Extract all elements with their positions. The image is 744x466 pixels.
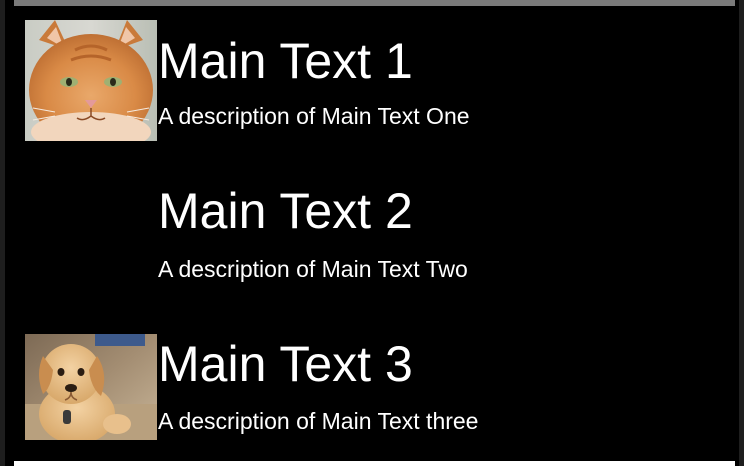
item-title: Main Text 1	[158, 33, 413, 89]
app-window: Main Text 1 A description of Main Text O…	[0, 0, 744, 466]
list-item[interactable]: Main Text 1 A description of Main Text O…	[0, 6, 744, 156]
item-description: A description of Main Text Two	[158, 256, 468, 282]
puppy-photo-icon	[25, 334, 157, 440]
list-item[interactable]: Main Text 2 A description of Main Text T…	[0, 158, 744, 308]
item-description: A description of Main Text three	[158, 408, 479, 434]
puppy-thumbnail	[25, 334, 157, 440]
cat-thumbnail	[25, 20, 157, 141]
bottom-divider	[14, 461, 735, 466]
list-item[interactable]: Main Text 3 A description of Main Text t…	[0, 311, 744, 461]
item-list: Main Text 1 A description of Main Text O…	[0, 0, 744, 466]
item-title: Main Text 3	[158, 336, 413, 392]
cat-photo-icon	[25, 20, 157, 141]
item-description: A description of Main Text One	[158, 103, 470, 129]
item-title: Main Text 2	[158, 183, 413, 239]
